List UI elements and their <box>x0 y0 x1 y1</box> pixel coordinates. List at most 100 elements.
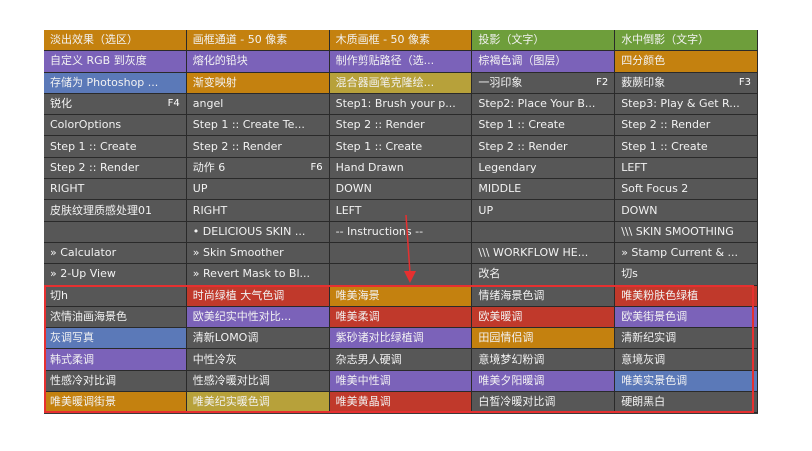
action-button[interactable]: 投影（文字） <box>472 30 616 52</box>
action-label: 性感冷对比调 <box>50 373 116 387</box>
action-button[interactable]: RIGHT <box>186 200 330 222</box>
action-button[interactable]: » 2-Up View <box>44 264 187 286</box>
action-button[interactable]: ColorOptions <box>44 115 187 137</box>
action-button[interactable]: 水中倒影（文字） <box>615 30 758 52</box>
action-button[interactable]: Step 2 :: Render <box>186 136 330 158</box>
action-button[interactable]: 木质画框 - 50 像素 <box>329 30 473 52</box>
action-button[interactable]: 淡出效果（选区） <box>44 30 187 52</box>
action-label: Legendary <box>478 160 537 174</box>
action-button[interactable]: Hand Drawn <box>329 157 473 180</box>
action-button[interactable]: 田园情侣调 <box>472 328 616 350</box>
action-button[interactable]: 灰调写真 <box>44 328 187 350</box>
action-label: 薮蕨印象 <box>621 75 666 89</box>
action-button[interactable]: Step3: Play & Get R... <box>615 93 758 116</box>
action-button[interactable]: 意境灰调 <box>615 349 758 371</box>
action-button[interactable]: MIDDLE <box>472 179 616 201</box>
action-button[interactable]: 画框通道 - 50 像素 <box>186 30 330 52</box>
action-button[interactable]: 唯美柔调 <box>329 306 473 329</box>
action-button[interactable]: 意境梦幻粉调 <box>472 349 616 371</box>
action-button[interactable]: DOWN <box>615 200 758 222</box>
action-button[interactable]: 切h <box>44 285 187 307</box>
action-label: 切s <box>621 267 638 281</box>
action-button[interactable]: 熔化的铅块 <box>186 51 330 73</box>
action-button[interactable]: Step 1 :: Create <box>615 136 758 158</box>
action-button[interactable]: • DELICIOUS SKIN ... <box>186 221 330 243</box>
action-button[interactable]: \\\ SKIN SMOOTHING <box>615 221 758 243</box>
red-arrow-icon <box>404 215 416 283</box>
action-button[interactable]: Legendary <box>472 157 616 180</box>
action-button[interactable]: 欧美暖调 <box>472 306 616 329</box>
action-button[interactable]: 锐化 F4 <box>44 93 187 116</box>
action-button[interactable]: UP <box>186 179 330 201</box>
action-button[interactable]: DOWN <box>329 179 473 201</box>
action-button[interactable]: Step 1 :: Create <box>329 136 473 158</box>
action-button[interactable]: » Stamp Current & ... <box>615 242 758 265</box>
action-button[interactable]: 欧美街景色调 <box>615 306 758 329</box>
action-button[interactable]: 皮肤纹理质感处理01 <box>44 200 187 222</box>
action-label: MIDDLE <box>478 182 522 196</box>
action-button[interactable]: Step 2 :: Render <box>44 157 187 180</box>
action-button[interactable]: Step 1 :: Create <box>44 136 187 158</box>
action-button[interactable]: Step2: Place Your B... <box>472 93 616 116</box>
action-button[interactable]: 时尚绿植 大气色调 <box>186 285 330 307</box>
action-button[interactable]: 唯美黄晶调 <box>329 392 473 414</box>
action-button[interactable]: 四分颜色 <box>615 51 758 73</box>
action-button[interactable]: 白皙冷暖对比调 <box>472 392 616 414</box>
action-button[interactable]: 浓情油画海景色 <box>44 306 187 329</box>
action-button[interactable]: » Revert Mask to Bl... <box>186 264 330 286</box>
action-button[interactable]: 改名 <box>472 264 616 286</box>
action-label: 意境梦幻粉调 <box>478 352 545 366</box>
action-button[interactable]: 自定义 RGB 到灰度 <box>44 51 187 73</box>
action-button[interactable]: Step 2 :: Render <box>329 115 473 137</box>
action-button[interactable]: 一羽印象 F2 <box>472 72 616 94</box>
empty-action-slot <box>44 221 187 243</box>
action-button[interactable]: 动作 6 F6 <box>186 157 330 180</box>
action-button[interactable]: Step 2 :: Render <box>472 136 616 158</box>
action-label: Step 1 :: Create <box>335 139 423 153</box>
action-label: » Calculator <box>50 246 117 260</box>
action-button[interactable]: angel <box>186 93 330 116</box>
action-button[interactable]: Step 2 :: Render <box>615 115 758 137</box>
action-label: 唯美粉肤色绿植 <box>621 288 699 302</box>
action-button[interactable]: 欧美纪实中性对比... <box>186 306 330 329</box>
action-button[interactable]: 渐变映射 <box>186 72 330 94</box>
action-button[interactable]: 中性冷灰 <box>186 349 330 371</box>
action-button[interactable]: Step 1 :: Create <box>472 115 616 137</box>
action-button[interactable]: Step1: Brush your p... <box>329 93 473 116</box>
action-button[interactable]: Step 1 :: Create Te... <box>186 115 330 137</box>
action-button[interactable]: 混合器画笔克隆绘... <box>329 72 473 94</box>
action-button[interactable]: 清新纪实调 <box>615 328 758 350</box>
action-button[interactable]: UP <box>472 200 616 222</box>
action-label: UP <box>192 182 208 196</box>
action-button[interactable]: 紫砂诸对比绿植调 <box>329 328 473 350</box>
action-button[interactable]: 硬朗黑白 <box>615 392 758 414</box>
action-button[interactable]: 唯美夕阳暖调 <box>472 370 616 393</box>
action-button[interactable]: RIGHT <box>44 179 187 201</box>
action-button[interactable]: » Skin Smoother <box>186 242 330 265</box>
action-button[interactable]: 唯美粉肤色绿植 <box>615 285 758 307</box>
action-label: RIGHT <box>50 182 85 196</box>
action-button[interactable]: 制作剪贴路径（选... <box>329 51 473 73</box>
action-button[interactable]: \\\ WORKFLOW HE... <box>472 242 616 265</box>
action-button[interactable]: 杂志男人硬调 <box>329 349 473 371</box>
action-button[interactable]: 性感冷暖对比调 <box>186 370 330 393</box>
action-button[interactable]: 唯美中性调 <box>329 370 473 393</box>
action-label: 锐化 <box>50 97 72 111</box>
action-button[interactable]: LEFT <box>615 157 758 180</box>
action-button[interactable]: 韩式柔调 <box>44 349 187 371</box>
action-button[interactable]: 棕褐色调（图层） <box>472 51 616 73</box>
action-button[interactable]: 切s <box>615 264 758 286</box>
action-button[interactable]: 性感冷对比调 <box>44 370 187 393</box>
action-button[interactable]: Soft Focus 2 <box>615 179 758 201</box>
action-button[interactable]: 存储为 Photoshop ... <box>44 72 187 94</box>
action-button[interactable]: 唯美暖调街景 <box>44 392 187 414</box>
action-button[interactable]: 清新LOMO调 <box>186 328 330 350</box>
action-button[interactable]: 薮蕨印象 F3 <box>615 72 758 94</box>
action-button[interactable]: 唯美实景色调 <box>615 370 758 393</box>
action-button[interactable]: 唯美海景 <box>329 285 473 307</box>
shortcut-key: F2 <box>596 76 609 88</box>
action-label: 唯美柔调 <box>335 310 380 323</box>
action-button[interactable]: 唯美纪实暖色调 <box>186 392 330 414</box>
action-button[interactable]: » Calculator <box>44 242 187 265</box>
action-button[interactable]: 情绪海景色调 <box>472 285 616 307</box>
